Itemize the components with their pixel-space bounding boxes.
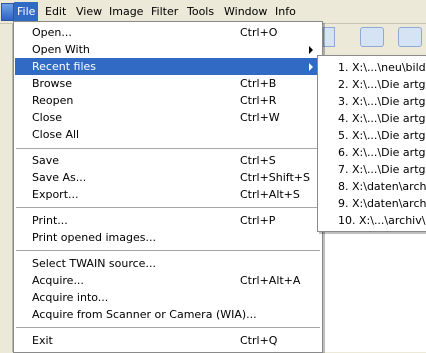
left-toolbar xyxy=(0,24,13,352)
menu-file[interactable]: File xyxy=(14,2,39,21)
file-menu: Open... Ctrl+O Open With Recent files Br… xyxy=(13,21,323,353)
toolbar-button[interactable] xyxy=(323,27,335,47)
menu-separator xyxy=(16,148,320,149)
recent-file-label: 3. X:\...\Die artgen xyxy=(338,95,426,108)
menu-item-close-all[interactable]: Close All xyxy=(15,126,321,143)
menu-item-print[interactable]: Print... Ctrl+P xyxy=(15,212,321,229)
menu-item-label: Acquire... xyxy=(32,274,84,287)
menu-item-exit[interactable]: Exit Ctrl+Q xyxy=(15,332,321,349)
menu-item-label: Acquire into... xyxy=(32,291,109,304)
recent-file-item[interactable]: 5. X:\...\Die artgen xyxy=(319,127,426,144)
menu-item-reopen[interactable]: Reopen Ctrl+R xyxy=(15,92,321,109)
menu-item-shortcut: Ctrl+O xyxy=(240,26,278,39)
menu-tools[interactable]: Tools xyxy=(187,4,214,20)
recent-file-item[interactable]: 1. X:\...\neu\bilder xyxy=(319,59,426,76)
menu-item-open[interactable]: Open... Ctrl+O xyxy=(15,24,321,41)
recent-file-item[interactable]: 2. X:\...\Die artgen xyxy=(319,76,426,93)
menu-item-label: Save xyxy=(32,154,60,167)
submenu-arrow-icon xyxy=(309,46,313,54)
menu-item-label: Recent files xyxy=(32,60,96,73)
menu-item-label: Reopen xyxy=(32,94,74,107)
menu-item-acquire[interactable]: Acquire... Ctrl+Alt+A xyxy=(15,272,321,289)
menu-item-shortcut: Ctrl+S xyxy=(240,154,276,167)
menu-item-shortcut: Ctrl+P xyxy=(240,214,276,227)
menu-item-label: Print... xyxy=(32,214,68,227)
recent-file-label: 8. X:\daten\archiv\ xyxy=(338,180,426,193)
recent-file-label: 10. X:\...\archiv\kf xyxy=(338,214,426,227)
recent-file-item[interactable]: 7. X:\...\Die artgen xyxy=(319,161,426,178)
menu-item-select-twain-source[interactable]: Select TWAIN source... xyxy=(15,255,321,272)
menu-item-print-opened-images[interactable]: Print opened images... xyxy=(15,229,321,246)
recent-file-label: 4. X:\...\Die artgen xyxy=(338,112,426,125)
image-area xyxy=(318,232,426,352)
menu-item-label: Close All xyxy=(32,128,80,141)
menu-item-shortcut: Ctrl+R xyxy=(240,94,277,107)
recent-file-item[interactable]: 4. X:\...\Die artgen xyxy=(319,110,426,127)
menu-item-shortcut: Ctrl+Q xyxy=(240,334,278,347)
menu-item-label: Save As... xyxy=(32,171,87,184)
menu-item-shortcut: Ctrl+Alt+S xyxy=(240,188,300,201)
recent-file-label: 6. X:\...\Die artgen xyxy=(338,146,426,159)
menu-item-label: Print opened images... xyxy=(32,231,156,244)
menu-item-shortcut: Ctrl+Shift+S xyxy=(240,171,310,184)
recent-file-item[interactable]: 6. X:\...\Die artgen xyxy=(319,144,426,161)
menu-item-shortcut: Ctrl+B xyxy=(240,77,277,90)
recent-file-label: 7. X:\...\Die artgen xyxy=(338,163,426,176)
recent-file-item[interactable]: 8. X:\daten\archiv\ xyxy=(319,178,426,195)
menu-view[interactable]: View xyxy=(76,4,102,20)
menu-item-export[interactable]: Export... Ctrl+Alt+S xyxy=(15,186,321,203)
menu-item-label: Exit xyxy=(32,334,53,347)
menu-item-label: Export... xyxy=(32,188,79,201)
menu-item-acquire-into[interactable]: Acquire into... xyxy=(15,289,321,306)
menu-window[interactable]: Window xyxy=(224,4,267,20)
recent-file-item[interactable]: 9. X:\daten\archiv\ xyxy=(319,195,426,212)
recent-file-label: 9. X:\daten\archiv\ xyxy=(338,197,426,210)
menu-item-label: Browse xyxy=(32,77,73,90)
recent-file-item[interactable]: 3. X:\...\Die artgen xyxy=(319,93,426,110)
menu-item-shortcut: Ctrl+W xyxy=(240,111,280,124)
menu-item-acquire-wia[interactable]: Acquire from Scanner or Camera (WIA)... xyxy=(15,306,321,323)
menu-image[interactable]: Image xyxy=(109,4,143,20)
recent-file-label: 1. X:\...\neu\bilder xyxy=(338,61,426,74)
menu-item-save-as[interactable]: Save As... Ctrl+Shift+S xyxy=(15,169,321,186)
submenu-arrow-icon xyxy=(309,63,313,71)
menu-item-label: Close xyxy=(32,111,62,124)
menu-item-label: Acquire from Scanner or Camera (WIA)... xyxy=(32,308,257,321)
menu-separator xyxy=(16,207,320,208)
menu-separator xyxy=(16,327,320,328)
app-icon xyxy=(1,3,14,21)
menu-info[interactable]: Info xyxy=(275,4,296,20)
menu-edit[interactable]: Edit xyxy=(45,4,66,20)
menu-filter[interactable]: Filter xyxy=(151,4,178,20)
menu-item-browse[interactable]: Browse Ctrl+B xyxy=(15,75,321,92)
menu-item-open-with[interactable]: Open With xyxy=(15,41,321,58)
menu-item-recent-files[interactable]: Recent files xyxy=(15,58,321,75)
recent-files-submenu: 1. X:\...\neu\bilder 2. X:\...\Die artge… xyxy=(317,55,426,232)
recent-file-item[interactable]: 10. X:\...\archiv\kf xyxy=(319,212,426,229)
menu-item-label: Select TWAIN source... xyxy=(32,257,156,270)
recent-file-label: 2. X:\...\Die artgen xyxy=(338,78,426,91)
menu-item-save[interactable]: Save Ctrl+S xyxy=(15,152,321,169)
menu-item-label: Open With xyxy=(32,43,90,56)
menu-item-label: Open... xyxy=(32,26,72,39)
recent-file-label: 5. X:\...\Die artgen xyxy=(338,129,426,142)
toolbar-button[interactable] xyxy=(398,27,422,47)
toolbar-button[interactable] xyxy=(360,27,384,47)
menu-separator xyxy=(16,250,320,251)
menu-item-shortcut: Ctrl+Alt+A xyxy=(240,274,301,287)
menu-item-close[interactable]: Close Ctrl+W xyxy=(15,109,321,126)
